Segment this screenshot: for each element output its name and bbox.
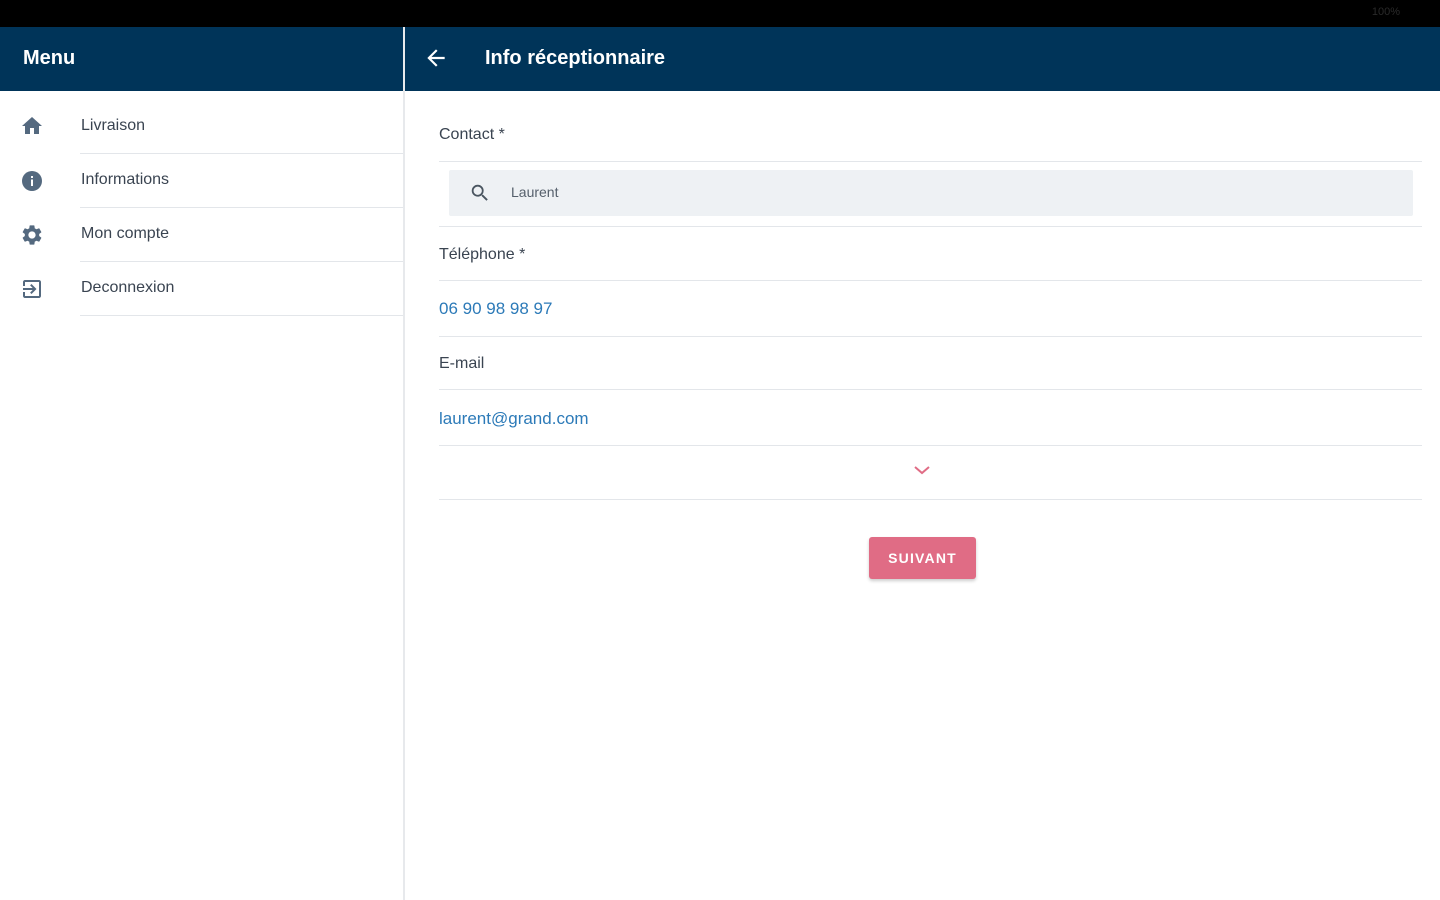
sidebar-title: Menu [23, 47, 76, 69]
sidebar-menu: Livraison Informations Mon compte Deconn… [0, 91, 403, 316]
sidebar-item-livraison[interactable]: Livraison [0, 91, 403, 154]
pane-divider [403, 27, 405, 900]
telephone-value[interactable]: 06 90 98 98 97 [439, 299, 552, 319]
contact-search-input[interactable]: Laurent [449, 170, 1413, 216]
gear-icon [22, 225, 42, 245]
info-icon [22, 171, 42, 191]
divider [439, 499, 1422, 500]
divider [439, 226, 1422, 227]
divider [439, 161, 1422, 162]
sidebar-item-label: Livraison [81, 117, 146, 134]
sidebar-item-deconnexion[interactable]: Deconnexion [0, 262, 403, 316]
page-title: Info réceptionnaire [485, 47, 666, 69]
divider [439, 389, 1422, 390]
divider [439, 280, 1422, 281]
email-label: E-mail [439, 355, 485, 372]
email-value[interactable]: laurent@grand.com [439, 409, 589, 429]
sidebar-item-informations[interactable]: Informations [0, 154, 403, 208]
sidebar-header: Menu [0, 27, 403, 91]
sidebar-item-mon-compte[interactable]: Mon compte [0, 208, 403, 262]
telephone-label: Téléphone * [439, 246, 526, 263]
sidebar-item-label: Informations [81, 171, 170, 188]
divider [439, 336, 1422, 337]
battery-text: 100% [1371, 6, 1400, 18]
home-icon [22, 117, 42, 134]
main-header: Info réceptionnaire [405, 27, 1440, 91]
sidebar-item-label: Mon compte [81, 225, 170, 242]
divider [439, 445, 1422, 446]
logout-icon [23, 280, 41, 298]
search-icon [471, 184, 488, 201]
arrow-left-icon[interactable] [423, 45, 449, 71]
divider [80, 315, 403, 316]
contact-label: Contact * [439, 126, 505, 143]
contact-search-value: Laurent [511, 184, 559, 200]
next-button[interactable]: SUIVANT [869, 537, 976, 579]
chevron-down-icon[interactable] [912, 463, 932, 477]
status-bar: 100% [0, 0, 1440, 27]
sidebar-item-label: Deconnexion [81, 279, 175, 296]
